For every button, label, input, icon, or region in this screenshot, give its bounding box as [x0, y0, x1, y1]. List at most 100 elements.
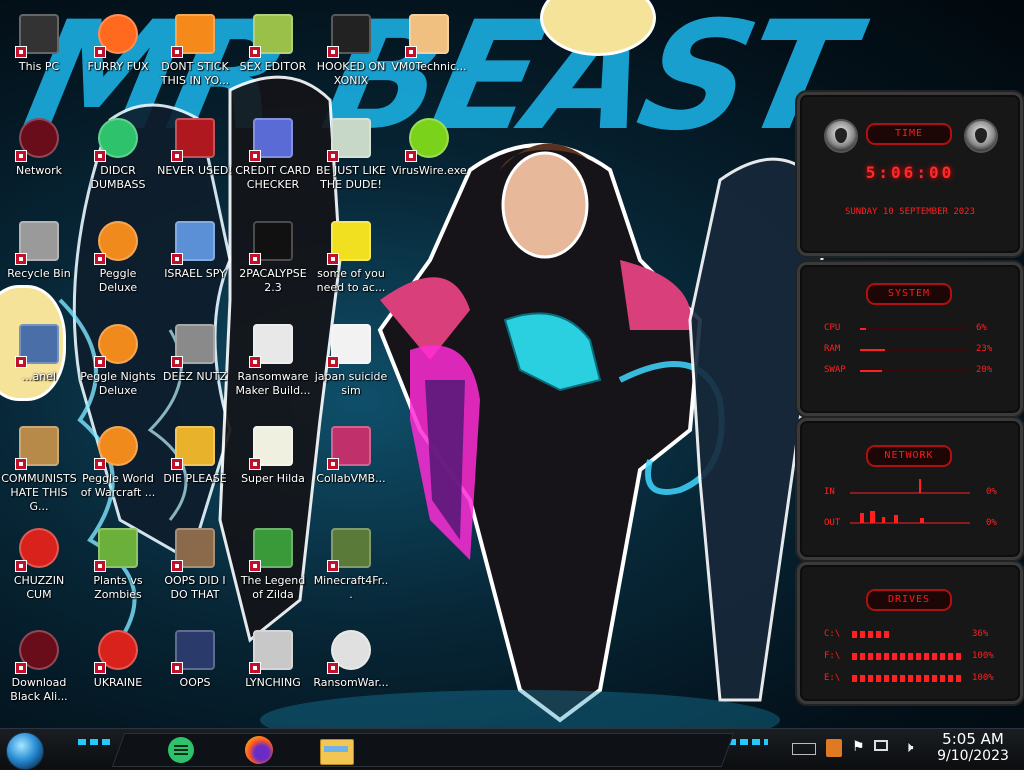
- desktop-icon[interactable]: RansomWar...: [312, 622, 390, 722]
- desktop-icon[interactable]: DONT STICK THIS IN YO...: [156, 6, 234, 106]
- volume-icon[interactable]: 🕨: [904, 738, 913, 756]
- desktop-icon-label: CHUZZIN CUM: [13, 574, 65, 601]
- desktop-icon[interactable]: LYNCHING: [234, 622, 312, 722]
- desktop-icon[interactable]: FURRY FUX: [79, 6, 157, 106]
- discord-green-icon: [94, 114, 142, 162]
- desktop-icon[interactable]: Plants vs Zombies: [79, 520, 157, 620]
- shortcut-overlay-icon: [249, 46, 261, 58]
- desktop-icon[interactable]: Network: [0, 110, 78, 210]
- network-in-graph: [850, 479, 970, 494]
- drive-row-value: 100%: [972, 651, 994, 661]
- system-row-bar: [860, 370, 968, 372]
- desktop-icon[interactable]: Ransomware Maker Build...: [234, 316, 312, 416]
- shortcut-overlay-icon: [327, 253, 339, 265]
- network-out-label: OUT: [824, 518, 841, 528]
- desktop-icon-label: Network: [16, 164, 62, 177]
- network-tray-icon[interactable]: [874, 740, 888, 751]
- desktop-icon[interactable]: HOOKED ON XONIX: [312, 6, 390, 106]
- time-title: TIME: [866, 123, 952, 145]
- desktop-icon[interactable]: VM0Technic...: [390, 6, 468, 106]
- keyboard-icon[interactable]: [792, 743, 816, 755]
- desktop-icon[interactable]: Super Hilda: [234, 418, 312, 518]
- java-icon[interactable]: [826, 739, 842, 757]
- time-panel: TIME 5:06:00 SUNDAY 10 SEPTEMBER 2023: [797, 92, 1023, 256]
- shortcut-overlay-icon: [327, 560, 339, 572]
- desktop-icon[interactable]: SEX EDITOR: [234, 6, 312, 106]
- terminal-icon: [249, 217, 297, 265]
- flag-icon[interactable]: ⚑: [852, 739, 865, 755]
- desktop-icon[interactable]: 2PACALYPSE 2.3: [234, 213, 312, 313]
- shortcut-overlay-icon: [327, 458, 339, 470]
- taskbar-discord-app[interactable]: [158, 731, 202, 767]
- desktop-icon[interactable]: CollabVMB...: [312, 418, 390, 518]
- network-out-graph: [850, 511, 970, 524]
- desktop-icon[interactable]: UKRAINE: [79, 622, 157, 722]
- shortcut-overlay-icon: [327, 356, 339, 368]
- desktop-icon[interactable]: NEVER USED!: [156, 110, 234, 210]
- desktop-icon[interactable]: ...anel: [0, 316, 78, 416]
- desktop-icon[interactable]: This PC: [0, 6, 78, 106]
- desktop-icon[interactable]: BE JUST LIKE THE DUDE!: [312, 110, 390, 210]
- credit-card-icon: [249, 114, 297, 162]
- desktop-icon[interactable]: DIE PLEASE: [156, 418, 234, 518]
- shortcut-overlay-icon: [171, 458, 183, 470]
- desktop-icon-label: DONT STICK THIS IN YO...: [160, 60, 230, 87]
- skull-icon: [327, 626, 375, 674]
- desktop-icon[interactable]: OOPS: [156, 622, 234, 722]
- desktop-icon-label: FURRY FUX: [87, 60, 149, 73]
- desktop-icon[interactable]: The Legend of Zilda: [234, 520, 312, 620]
- desktop-icon-label: This PC: [18, 60, 60, 73]
- vlc-cone-icon: [171, 10, 219, 58]
- desktop-icon-label: CREDIT CARD CHECKER: [235, 164, 311, 191]
- desktop-icon[interactable]: Peggle World of Warcraft ...: [79, 418, 157, 518]
- desktop-icon[interactable]: Download Black Ali...: [0, 622, 78, 722]
- desktop-icon[interactable]: VirusWire.exe: [390, 110, 468, 210]
- desktop-icon-label: SEX EDITOR: [239, 60, 307, 73]
- desktop-icon[interactable]: DEEZ NUTZ: [156, 316, 234, 416]
- desktop-icon[interactable]: Peggle Nights Deluxe: [79, 316, 157, 416]
- firefox-icon: [94, 10, 142, 58]
- firefox-icon: [245, 736, 273, 764]
- drive-row-bar: [852, 653, 962, 660]
- shortcut-overlay-icon: [15, 458, 27, 470]
- desktop-icon[interactable]: Minecraft4Fr...: [312, 520, 390, 620]
- desktop-icon[interactable]: japan suicide sim: [312, 316, 390, 416]
- desktop-icon[interactable]: some of you need to ac...: [312, 213, 390, 313]
- desktop-icon[interactable]: OOPS DID I DO THAT: [156, 520, 234, 620]
- noose-icon: [249, 626, 297, 674]
- system-row-bar: [860, 328, 968, 330]
- desktop-icon[interactable]: DIDCR DUMBASS: [79, 110, 157, 210]
- network-out-value: 0%: [986, 518, 997, 528]
- desktop-icon[interactable]: ISRAEL SPY: [156, 213, 234, 313]
- desktop-icon[interactable]: CHUZZIN CUM: [0, 520, 78, 620]
- system-row-label: RAM: [824, 344, 841, 354]
- start-orb-icon[interactable]: [6, 732, 44, 770]
- taskbar: ⚑ 🕨 5:05 AM 9/10/2023: [0, 728, 1024, 770]
- network-icon: [15, 114, 63, 162]
- desktop-icon-label: some of you need to ac...: [316, 267, 386, 294]
- desktop-icon[interactable]: Peggle Deluxe: [79, 213, 157, 313]
- shortcut-overlay-icon: [15, 662, 27, 674]
- drive-row-bar: [852, 631, 962, 638]
- xonix-icon: [327, 10, 375, 58]
- desktop[interactable]: MR BEAST This PC Network Recycle Bin ...…: [0, 0, 1024, 728]
- peggle-wow-icon: [94, 422, 142, 470]
- system-row-value: 6%: [976, 323, 987, 333]
- desktop-icon-label: Peggle Deluxe: [98, 267, 138, 294]
- desktop-icon[interactable]: Recycle Bin: [0, 213, 78, 313]
- desktop-icon[interactable]: COMMUNISTS HATE THIS G...: [0, 418, 78, 518]
- alienware-icon: [15, 626, 63, 674]
- taskbar-file-explorer-app[interactable]: [314, 731, 358, 767]
- desktop-icon-label: Download Black Ali...: [10, 676, 68, 703]
- shortcut-overlay-icon: [171, 560, 183, 572]
- desktop-icon-label: VirusWire.exe: [391, 164, 467, 177]
- taskbar-clock[interactable]: 5:05 AM 9/10/2023: [928, 731, 1018, 765]
- drive-row-label: F:\: [824, 651, 841, 661]
- computer-icon: [15, 10, 63, 58]
- taskbar-firefox-app[interactable]: [236, 731, 280, 767]
- discord-green-icon: [168, 737, 194, 763]
- desktop-icon-label: BE JUST LIKE THE DUDE!: [315, 164, 387, 191]
- desktop-icon[interactable]: CREDIT CARD CHECKER: [234, 110, 312, 210]
- network-in-value: 0%: [986, 487, 997, 497]
- desktop-icon-label: NEVER USED!: [157, 164, 233, 177]
